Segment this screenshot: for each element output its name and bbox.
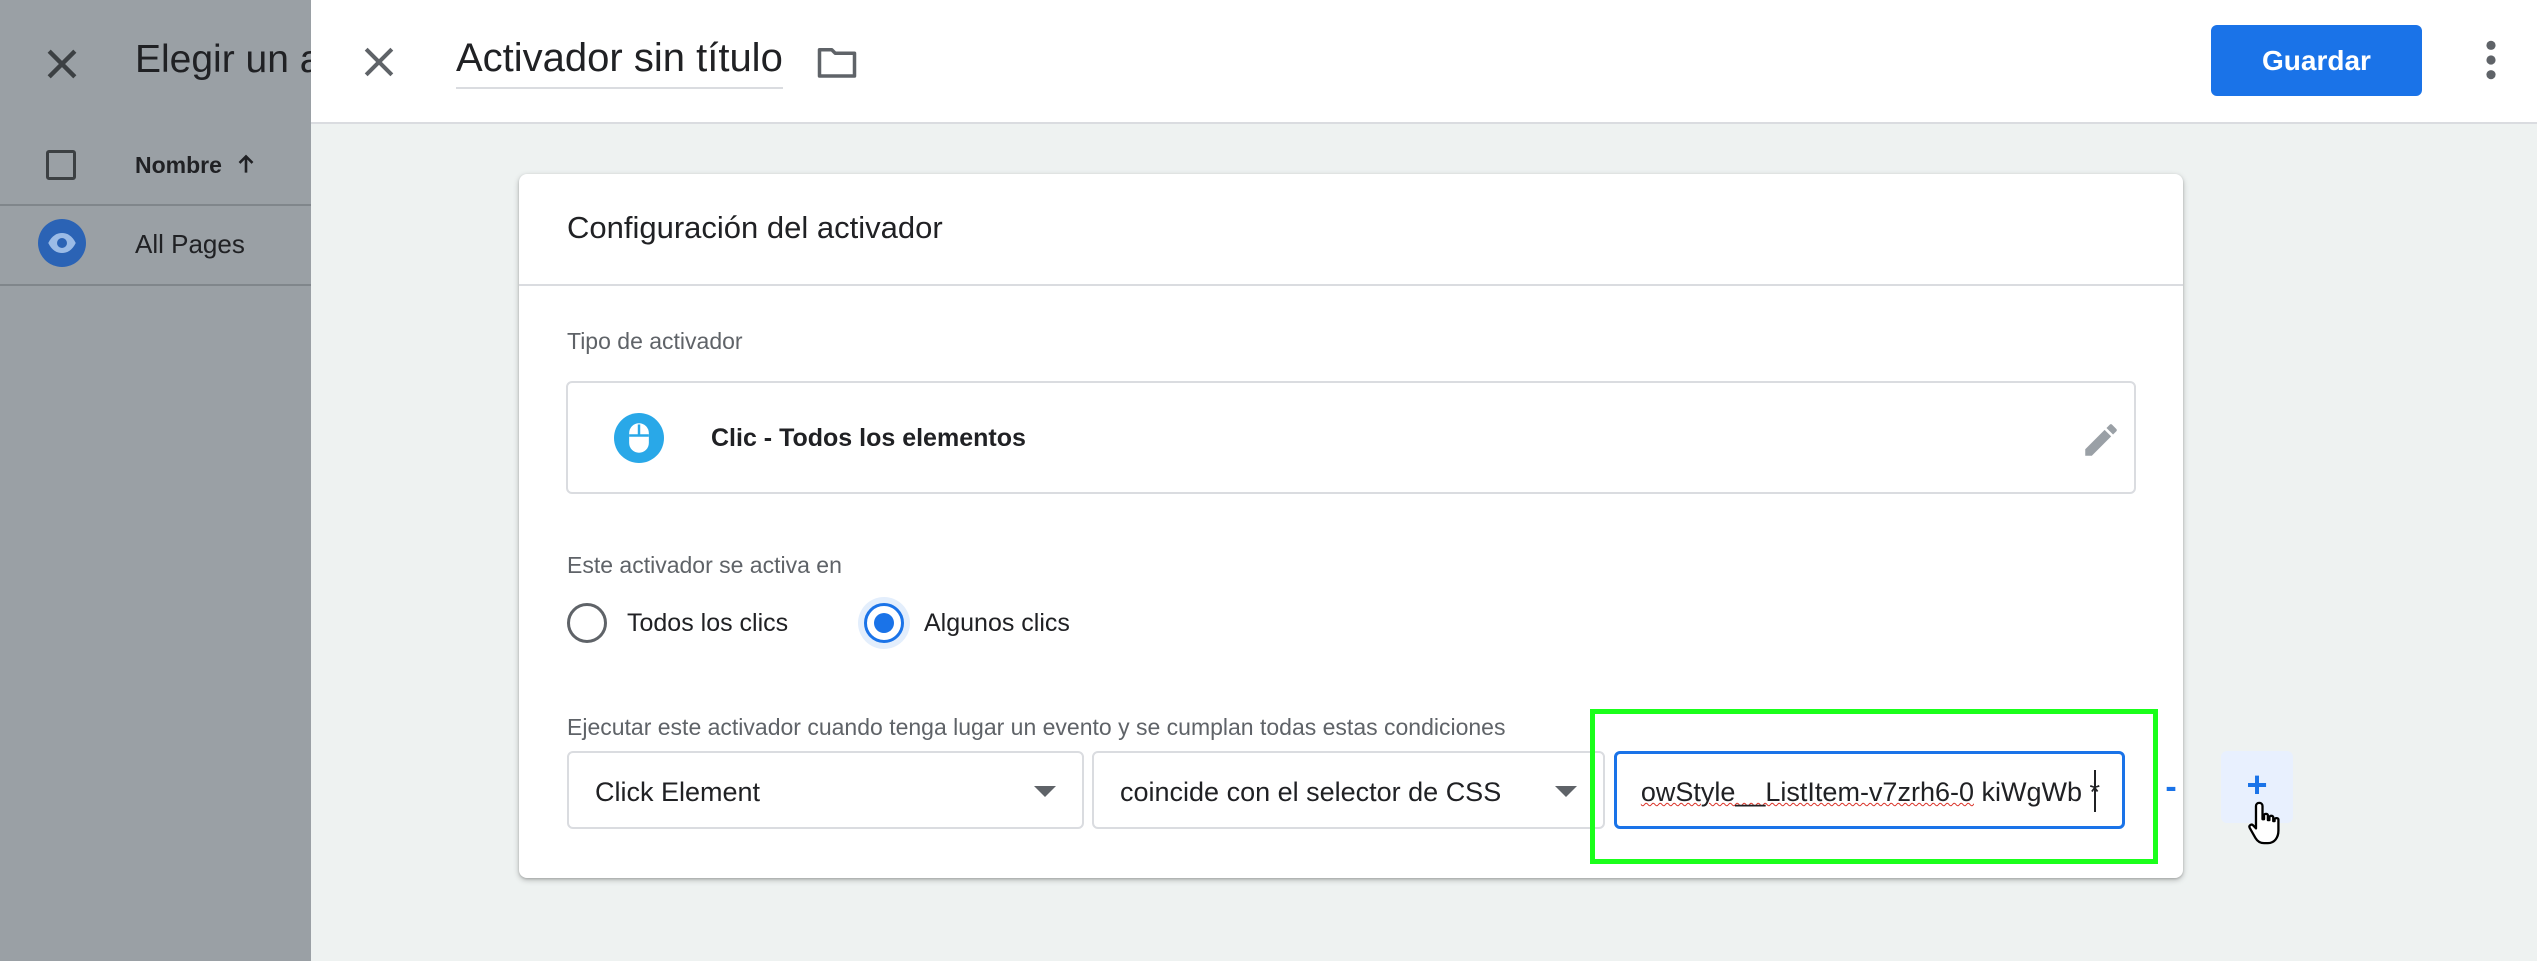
radio-some-clicks[interactable]: Algunos clics [864, 600, 1070, 646]
radio-label: Todos los clics [627, 608, 789, 637]
table-row-label: All Pages [135, 229, 245, 259]
trigger-type-selector[interactable]: Clic - Todos los elementos [566, 381, 2136, 494]
select-value: Click Element [595, 777, 761, 807]
trigger-name-field[interactable]: Activador sin título [456, 36, 783, 89]
condition-operator-select[interactable]: coincide con el selector de CSS [1092, 751, 1605, 829]
condition-variable-select[interactable]: Click Element [567, 751, 1084, 829]
close-icon[interactable] [357, 40, 401, 84]
background-panel: Elegir un a Nombre All Pages [0, 0, 311, 961]
radio-all-clicks[interactable]: Todos los clics [567, 600, 788, 646]
value-text-suffix: kiWgWb * [1973, 777, 2100, 807]
remove-condition-button[interactable]: - [2149, 770, 2193, 808]
mouse-icon [614, 413, 664, 463]
select-all-checkbox[interactable] [46, 150, 76, 180]
column-header-name[interactable]: Nombre [135, 152, 222, 179]
dropdown-arrow-icon [1034, 786, 1056, 797]
fires-on-label: Este activador se activa en [567, 552, 842, 578]
close-icon[interactable] [40, 42, 84, 86]
add-condition-button[interactable]: + [2221, 751, 2293, 823]
pencil-icon[interactable] [2080, 419, 2122, 461]
select-value: coincide con el selector de CSS [1120, 777, 1502, 807]
divider [519, 284, 2183, 286]
trigger-editor: Activador sin título Guardar Configuraci… [311, 0, 2537, 961]
conditions-label: Ejecutar este activador cuando tenga lug… [567, 714, 1506, 740]
save-button[interactable]: Guardar [2211, 25, 2422, 96]
radio-button[interactable] [567, 603, 607, 643]
folder-icon[interactable] [816, 44, 858, 80]
text-caret [2094, 770, 2096, 812]
eye-icon [38, 219, 86, 267]
card-title: Configuración del activador [567, 210, 943, 245]
trigger-type-label: Tipo de activador [567, 328, 743, 354]
dropdown-arrow-icon [1555, 786, 1577, 797]
radio-selected-dot [874, 613, 894, 633]
spellcheck-underlined-text: owStyle__ListItem-v7zrh6-0 [1640, 777, 1974, 807]
editor-toolbar: Activador sin título Guardar [311, 0, 2537, 124]
trigger-type-name: Clic - Todos los elementos [711, 424, 1026, 452]
arrow-up-icon[interactable] [233, 150, 259, 178]
radio-button-selected[interactable] [864, 603, 904, 643]
condition-value-input[interactable]: owStyle__ListItem-v7zrh6-0 kiWgWb * [1614, 751, 2125, 829]
trigger-configuration-card: Configuración del activador Tipo de acti… [519, 174, 2293, 878]
background-panel-title: Elegir un a [135, 38, 311, 81]
condition-value-text: owStyle__ListItem-v7zrh6-0 kiWgWb * [1641, 777, 2100, 808]
radio-label: Algunos clics [924, 608, 1070, 637]
more-vert-icon[interactable] [2471, 38, 2511, 82]
